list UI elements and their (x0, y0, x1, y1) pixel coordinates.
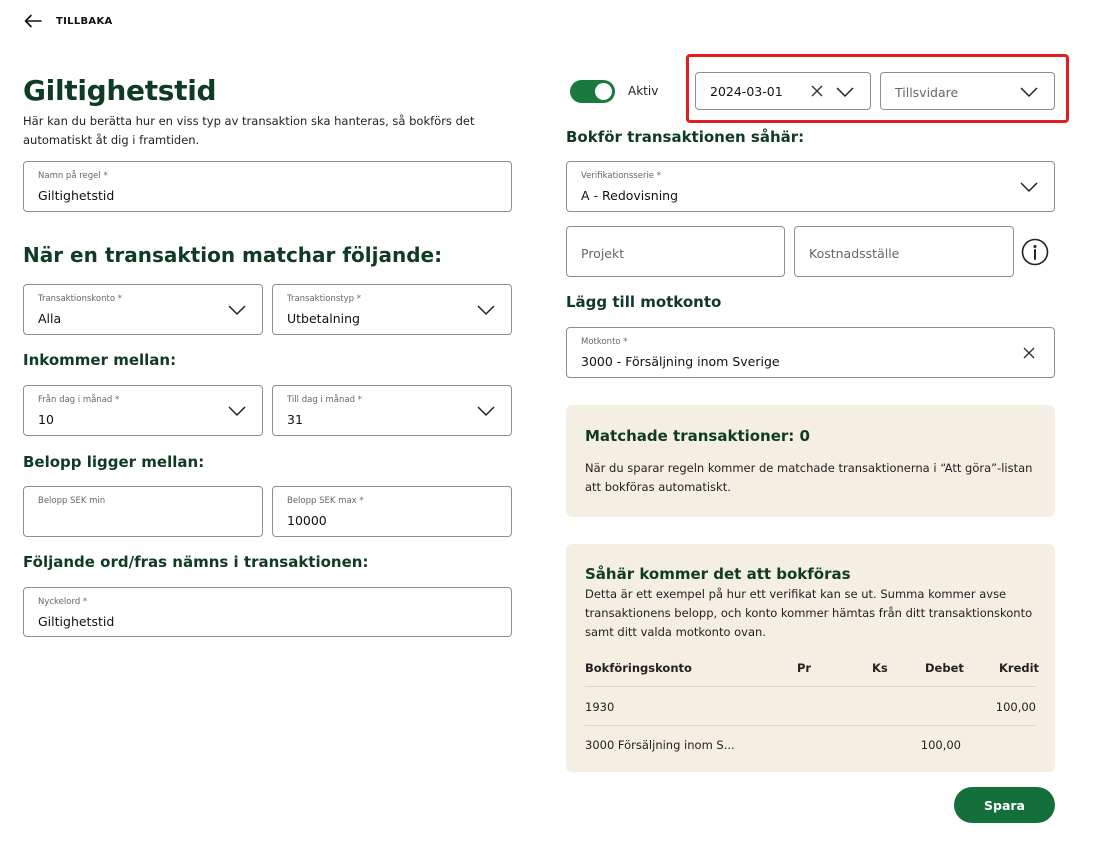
to-day-value: 31 (287, 412, 303, 427)
preview-card: Såhär kommer det att bokföras Detta är e… (566, 544, 1055, 772)
booking-heading: Bokför transaktionen såhär: (566, 128, 805, 146)
verification-series-value: A - Redovisning (581, 188, 679, 203)
chevron-down-icon (477, 305, 495, 316)
matched-card: Matchade transaktioner: 0 När du sparar … (566, 405, 1055, 517)
active-toggle-label: Aktiv (628, 84, 659, 98)
from-day-label: Från dag i månad * (38, 395, 120, 405)
col-credit: Kredit (999, 661, 1040, 675)
keyword-field[interactable]: Nyckelord * Giltighetstid (23, 587, 512, 637)
project-placeholder: Projekt (581, 246, 625, 261)
matched-title: Matchade transaktioner: 0 (585, 427, 810, 445)
transaction-account-select[interactable]: Transaktionskonto * Alla (23, 284, 263, 335)
from-day-value: 10 (38, 412, 54, 427)
row-debit: 100,00 (920, 738, 961, 752)
transaction-account-label: Transaktionskonto * (38, 294, 122, 304)
save-button[interactable]: Spara (954, 787, 1055, 823)
keyword-value: Giltighetstid (38, 614, 115, 629)
from-day-select[interactable]: Från dag i månad * 10 (23, 385, 263, 436)
col-debit: Debet (925, 661, 964, 675)
col-account: Bokföringskonto (585, 661, 692, 675)
rule-name-value: Giltighetstid (38, 188, 115, 203)
transaction-type-select[interactable]: Transaktionstyp * Utbetalning (272, 284, 512, 335)
counter-account-value: 3000 - Försäljning inom Sverige (581, 354, 780, 369)
project-field[interactable]: Projekt (566, 226, 785, 277)
cost-center-field[interactable]: Kostnadsställe (794, 226, 1014, 277)
row-account: 1930 (585, 700, 615, 714)
preview-title: Såhär kommer det att bokföras (585, 565, 851, 583)
toggle-knob (595, 83, 612, 100)
transaction-account-value: Alla (38, 311, 62, 326)
matched-text: När du sparar regeln kommer de matchade … (585, 461, 1033, 494)
counter-account-label: Motkonto * (581, 337, 628, 347)
amount-max-label: Belopp SEK max * (287, 496, 364, 506)
counter-account-heading: Lägg till motkonto (566, 293, 722, 311)
table-row: 1930 100,00 (585, 687, 1036, 725)
row-account: 3000 Försäljning inom S... (585, 738, 735, 752)
keyword-label: Nyckelord * (38, 597, 88, 607)
amount-min-label: Belopp SEK min (38, 496, 106, 506)
keyword-heading: Följande ord/fras nämns i transaktionen: (23, 553, 369, 571)
counter-account-select[interactable]: Motkonto * 3000 - Försäljning inom Sveri… (566, 327, 1055, 378)
amount-max-field[interactable]: Belopp SEK max * 10000 (272, 486, 512, 537)
verification-series-label: Verifikationsserie * (581, 171, 661, 181)
transaction-type-value: Utbetalning (287, 311, 360, 326)
rule-name-field[interactable]: Namn på regel * Giltighetstid (23, 161, 512, 212)
table-row: 3000 Försäljning inom S... 100,00 (585, 726, 1036, 764)
chevron-down-icon (228, 406, 246, 417)
amount-min-field[interactable]: Belopp SEK min (23, 486, 263, 537)
chevron-down-icon (228, 305, 246, 316)
arrow-left-icon (24, 14, 42, 28)
col-ks: Ks (872, 661, 888, 675)
page-subtitle: Här kan du berätta hur en viss typ av tr… (23, 114, 475, 147)
to-day-label: Till dag i månad * (287, 395, 362, 405)
chevron-down-icon (477, 406, 495, 417)
chevron-down-icon (1020, 182, 1038, 193)
col-pr: Pr (797, 661, 812, 675)
amount-heading: Belopp ligger mellan: (23, 453, 205, 471)
income-heading: Inkommer mellan: (23, 351, 177, 369)
info-icon[interactable] (1021, 238, 1049, 266)
preview-text: Detta är ett exempel på hur ett verifika… (585, 587, 1033, 639)
transaction-type-label: Transaktionstyp * (287, 294, 362, 304)
rule-name-label: Namn på regel * (38, 171, 108, 181)
back-label: TILLBAKA (56, 15, 113, 27)
back-link[interactable]: TILLBAKA (24, 10, 113, 32)
clear-icon[interactable] (1022, 346, 1036, 360)
active-toggle[interactable] (570, 80, 615, 103)
highlight-box (686, 54, 1069, 123)
cost-center-placeholder: Kostnadsställe (809, 246, 900, 261)
match-heading: När en transaktion matchar följande: (23, 243, 443, 267)
page-title: Giltighetstid (23, 74, 217, 107)
verification-series-select[interactable]: Verifikationsserie * A - Redovisning (566, 161, 1055, 212)
row-credit: 100,00 (995, 700, 1036, 714)
amount-max-value: 10000 (287, 513, 327, 528)
to-day-select[interactable]: Till dag i månad * 31 (272, 385, 512, 436)
